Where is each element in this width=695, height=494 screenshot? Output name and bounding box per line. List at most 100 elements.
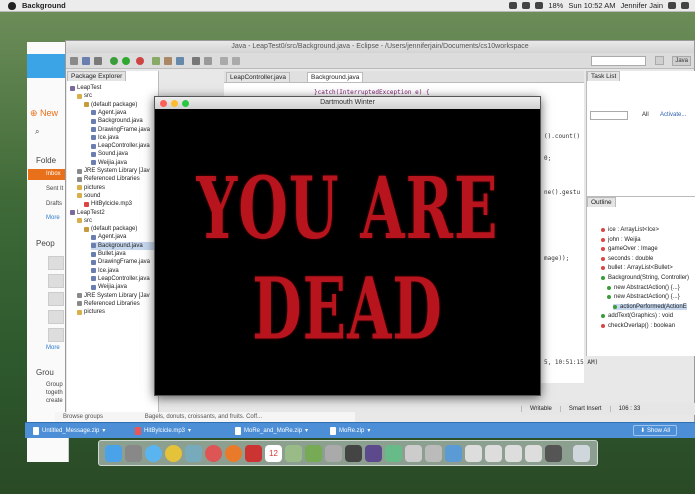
tree-item[interactable]: Agent.java [91,109,126,117]
app-icon[interactable] [245,445,262,462]
avatar[interactable] [48,274,64,288]
outline-item[interactable]: new AbstractAction() {...} [607,294,680,300]
java-perspective-button[interactable]: Java [672,56,691,66]
clock[interactable]: Sun 10:52 AM [568,1,615,10]
tree-item[interactable]: Sound.java [91,150,128,158]
avatar[interactable] [48,328,64,342]
tree-item[interactable]: Weijia.java [91,283,127,291]
app-name-menu[interactable]: Background [22,1,66,10]
people-heading[interactable]: Peop [36,239,55,248]
minimize-button[interactable] [171,100,178,107]
outline-item[interactable]: bullet : ArrayList<Bullet> [601,265,673,271]
tree-item[interactable]: Background.java [91,117,143,125]
browse-groups-link[interactable]: Browse groups [63,414,103,420]
outline-item[interactable]: john : Weijia [601,237,641,243]
new-java-project-icon[interactable] [152,57,160,65]
quick-access-field[interactable] [591,56,646,66]
tab-package-explorer[interactable]: Package Explorer [67,71,127,81]
tree-item[interactable]: Referenced Libraries [77,175,140,183]
outline-item[interactable]: ice : ArrayList<Ice> [601,227,659,233]
tree-item[interactable]: LeapTest [70,84,101,92]
outline-item[interactable]: actionPerformed(ActionE [613,303,687,310]
eclipse-title-bar[interactable]: Java - LeapTest0/src/Background.java - E… [66,41,694,53]
system-preferences-icon[interactable] [325,445,342,462]
tree-item[interactable]: JRE System Library [Jav [77,167,150,175]
tab-outline[interactable]: Outline [587,197,616,207]
avatar[interactable] [48,310,64,324]
chrome-icon[interactable] [165,445,182,462]
document-icon[interactable] [505,445,522,462]
photos-icon[interactable] [185,445,202,462]
document-icon[interactable] [465,445,482,462]
chevron-down-icon[interactable]: ▾ [102,426,105,436]
tree-item[interactable]: Referenced Libraries [77,300,140,308]
tree-item[interactable]: DrawingFrame.java [91,126,150,134]
outline-item[interactable]: Background(String, Controller) [601,275,689,281]
tree-item[interactable]: src [77,92,92,100]
new-package-icon[interactable] [164,57,172,65]
dropbox-icon[interactable] [509,2,518,9]
outline-item[interactable]: addText(Graphics) : void [601,313,673,319]
launchpad-icon[interactable] [125,445,142,462]
forward-icon[interactable] [232,57,240,65]
finder-icon[interactable] [105,445,122,462]
firefox-icon[interactable] [225,445,242,462]
tree-item[interactable]: Bullet.java [91,250,126,258]
back-icon[interactable] [220,57,228,65]
print-icon[interactable] [94,57,102,65]
download-item[interactable]: MoRe_and_MoRe.zip ▾ [235,426,308,436]
groups-heading[interactable]: Grou [36,368,54,377]
calendar-icon[interactable]: 12 [265,445,282,462]
debug-icon[interactable] [110,57,118,65]
notification-center-icon[interactable] [681,2,689,9]
textedit-icon[interactable] [425,445,442,462]
game-title-bar[interactable]: Dartmouth Winter [155,97,540,109]
messages-icon[interactable] [305,445,322,462]
terminal-icon[interactable] [345,445,362,462]
document-icon[interactable] [485,445,502,462]
tree-item[interactable]: LeapTest2 [70,209,105,217]
drafts-item[interactable]: Drafts [46,201,62,207]
search-icon[interactable] [204,57,212,65]
preview-icon[interactable] [405,445,422,462]
tree-item[interactable]: HitBylcicle.mp3 [84,200,132,208]
open-type-icon[interactable] [192,57,200,65]
tree-item[interactable]: pictures [77,184,105,192]
download-item[interactable]: MoRe.zip ▾ [330,426,370,436]
tab-background[interactable]: Background.java [307,72,364,82]
tree-item[interactable]: Ice.java [91,267,119,275]
tree-item[interactable]: Ice.java [91,134,119,142]
avatar[interactable] [48,292,64,306]
tree-item[interactable]: DrawingFrame.java [91,258,150,266]
download-item[interactable]: Untitled_Message.zip ▾ [33,426,105,436]
document-icon[interactable] [525,445,542,462]
show-all-button[interactable]: ⬇ Show All [633,425,677,436]
tab-task-list[interactable]: Task List [587,71,621,81]
task-search-input[interactable] [590,111,628,120]
save-icon[interactable] [82,57,90,65]
safari-icon[interactable] [145,445,162,462]
zoom-button[interactable] [182,100,189,107]
tree-item[interactable]: JRE System Library [Jav [77,292,150,300]
sent-item[interactable]: Sent It [46,186,63,192]
tree-item[interactable]: LeapController.java [91,142,150,150]
tree-item[interactable]: LeapController.java [91,275,150,283]
volume-icon[interactable] [535,2,544,9]
close-button[interactable] [160,100,167,107]
tree-item[interactable]: src [77,217,92,225]
outline-item[interactable]: seconds : double [601,256,653,262]
maps-icon[interactable] [285,445,302,462]
filter-all[interactable]: All [642,112,649,118]
tree-item[interactable]: (default package) [84,225,137,233]
more-folders-link[interactable]: More [46,215,60,221]
new-class-icon[interactable] [176,57,184,65]
game-window[interactable]: Dartmouth Winter YOU ARE DEAD [154,96,541,396]
tree-item[interactable]: Agent.java [91,233,126,241]
tree-item[interactable]: Weijia.java [91,159,127,167]
chevron-down-icon[interactable]: ▾ [188,426,191,436]
folder-icon[interactable] [445,445,462,462]
open-perspective-icon[interactable] [655,56,664,65]
search-icon[interactable] [668,2,676,9]
more-people-link[interactable]: More [46,345,60,351]
tree-item[interactable]: pictures [77,308,105,316]
